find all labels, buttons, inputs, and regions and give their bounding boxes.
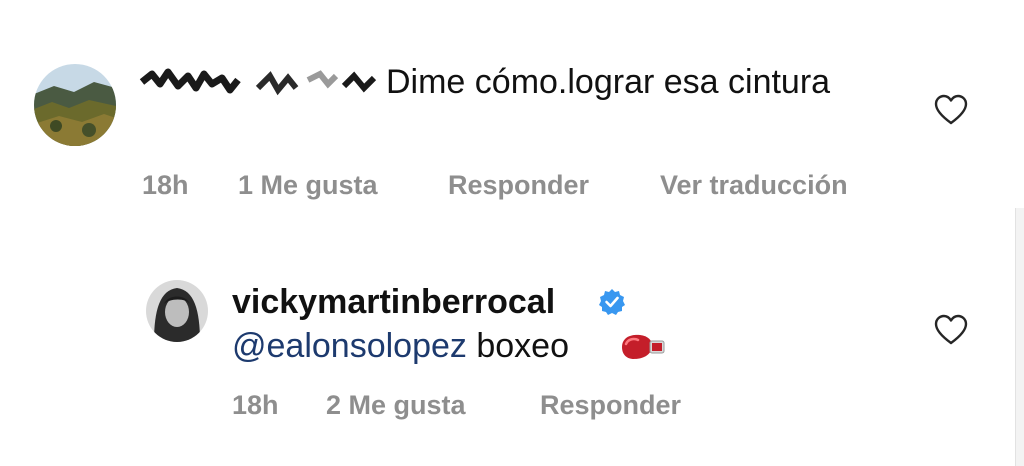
reply-username[interactable]: vickymartinberrocal bbox=[232, 280, 555, 324]
heart-icon[interactable] bbox=[934, 94, 968, 126]
avatar[interactable] bbox=[34, 64, 116, 146]
timestamp: 18h bbox=[232, 390, 279, 420]
reply-button[interactable]: Responder bbox=[448, 170, 589, 201]
reply-body: boxeo bbox=[476, 327, 569, 365]
landscape-avatar-image bbox=[34, 64, 116, 146]
likes-count[interactable]: 2 Me gusta bbox=[326, 390, 466, 421]
comment-item: Dime cómo.lograr esa cintura 18h 1 Me gu… bbox=[0, 0, 1024, 230]
translate-button[interactable]: Ver traducción bbox=[660, 170, 848, 201]
mention-link[interactable]: @ealonsolopez bbox=[232, 327, 467, 365]
avatar[interactable] bbox=[146, 280, 208, 342]
heart-icon[interactable] bbox=[934, 314, 968, 346]
reply-button[interactable]: Responder bbox=[540, 390, 681, 421]
scroll-edge bbox=[1015, 208, 1024, 466]
timestamp: 18h bbox=[142, 170, 189, 200]
reply-text: @ealonsolopez boxeo bbox=[232, 324, 569, 368]
boxing-glove-icon bbox=[622, 334, 665, 359]
comment-text: Dime cómo.lograr esa cintura bbox=[386, 63, 831, 101]
verified-badge-icon bbox=[599, 289, 625, 315]
profile-avatar-image bbox=[146, 280, 208, 342]
reply-item: vickymartinberrocal @ealonsolopez boxeo … bbox=[0, 240, 1024, 466]
likes-count[interactable]: 1 Me gusta bbox=[238, 170, 378, 201]
